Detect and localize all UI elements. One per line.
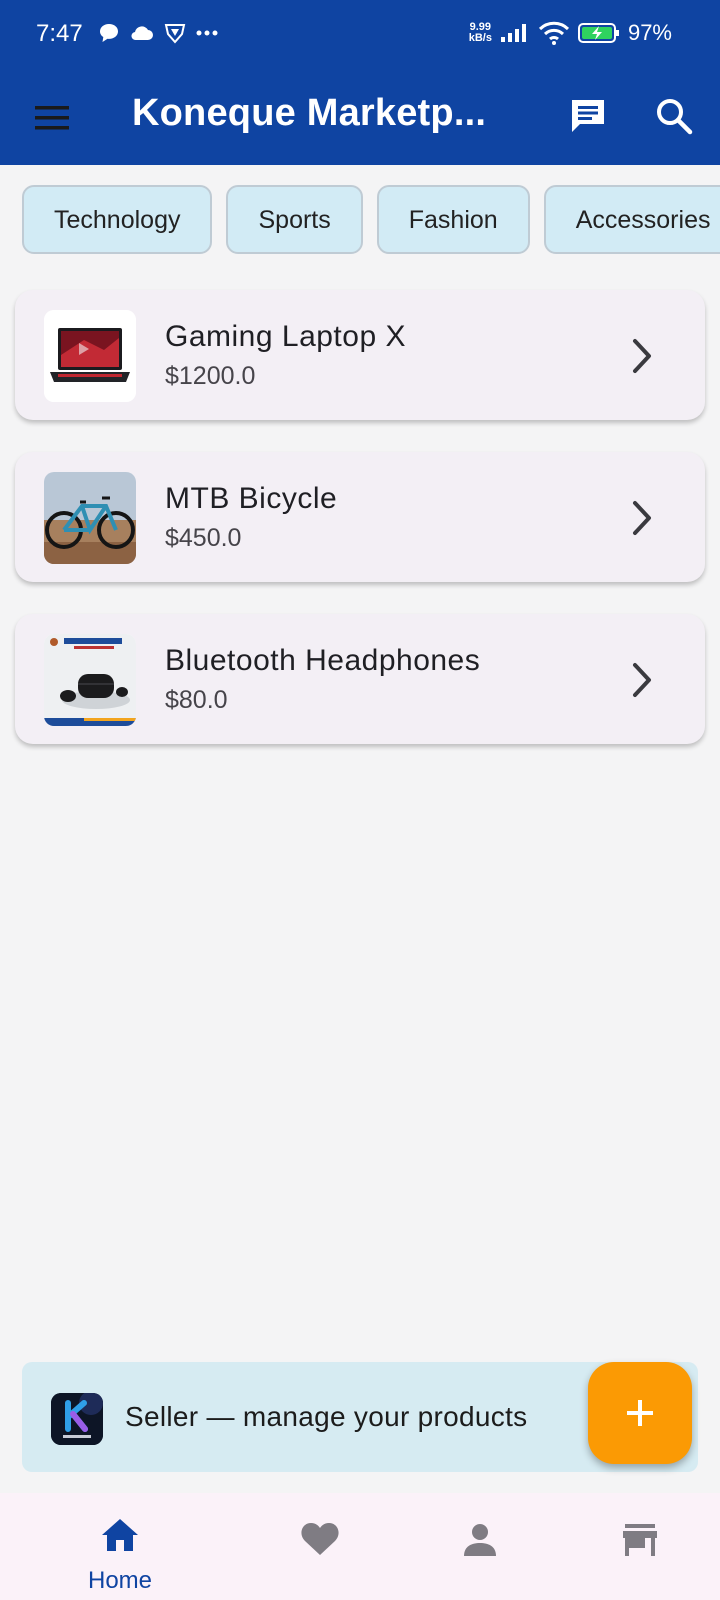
person-icon xyxy=(464,1524,496,1556)
product-price: $80.0 xyxy=(165,686,228,714)
home-icon xyxy=(102,1519,138,1551)
chip-accessories[interactable]: Accessories xyxy=(543,185,720,254)
bottom-navigation: Home xyxy=(0,1493,720,1600)
product-image-headphones xyxy=(44,634,136,726)
heart-icon xyxy=(301,1523,339,1555)
nav-store[interactable] xyxy=(600,1493,680,1600)
chip-fashion[interactable]: Fashion xyxy=(376,185,530,254)
product-card-gaming-laptop[interactable]: Gaming Laptop X $1200.0 xyxy=(15,290,705,420)
status-right: 9.99 kB/s 97% xyxy=(469,20,672,46)
product-image-laptop xyxy=(44,310,136,402)
product-image-bicycle xyxy=(44,472,136,564)
product-name: MTB Bicycle xyxy=(165,482,338,515)
message-notification-icon xyxy=(100,24,118,42)
app-title: Koneque Marketp... xyxy=(132,92,487,134)
chevron-right-icon[interactable] xyxy=(627,336,657,376)
wifi-icon xyxy=(538,21,570,45)
menu-icon[interactable] xyxy=(34,100,70,136)
product-card-mtb-bicycle[interactable]: MTB Bicycle $450.0 xyxy=(15,452,705,582)
battery-charging-icon xyxy=(577,23,619,43)
signal-icon xyxy=(500,24,526,42)
chevron-right-icon[interactable] xyxy=(627,498,657,538)
search-icon[interactable] xyxy=(654,96,694,136)
plus-icon xyxy=(627,1400,653,1426)
app-bar: Koneque Marketp... xyxy=(0,72,720,165)
product-price: $1200.0 xyxy=(165,362,256,390)
product-name: Gaming Laptop X xyxy=(165,320,406,353)
chevron-right-icon[interactable] xyxy=(627,660,657,700)
network-speed: 9.99 kB/s xyxy=(469,22,492,44)
seller-banner-text: Seller — manage your products xyxy=(125,1401,528,1432)
status-left-icons xyxy=(98,22,218,44)
status-time: 7:47 xyxy=(36,20,83,47)
chip-technology[interactable]: Technology xyxy=(22,185,213,254)
product-price: $450.0 xyxy=(165,524,242,552)
more-notifications-icon xyxy=(196,30,218,36)
battery-percent: 97% xyxy=(627,20,672,45)
nav-home[interactable]: Home xyxy=(40,1493,200,1600)
nav-profile[interactable] xyxy=(440,1493,520,1600)
nav-favorites[interactable] xyxy=(280,1493,360,1600)
add-product-button[interactable] xyxy=(588,1362,692,1464)
product-card-bluetooth-headphones[interactable]: Bluetooth Headphones $80.0 xyxy=(15,614,705,744)
store-icon xyxy=(623,1524,657,1556)
vpn-shield-icon xyxy=(164,24,186,44)
koneque-logo xyxy=(51,1393,103,1445)
category-chips: Technology Sports Fashion Accessories xyxy=(22,185,720,255)
chip-sports[interactable]: Sports xyxy=(226,185,363,254)
chat-icon[interactable] xyxy=(568,96,608,136)
product-name: Bluetooth Headphones xyxy=(165,644,481,677)
status-bar: 7:47 9.99 kB/s 97% xyxy=(0,0,720,72)
nav-home-label: Home xyxy=(87,1567,153,1594)
cloud-icon xyxy=(131,26,153,41)
network-speed-unit: kB/s xyxy=(468,32,492,44)
